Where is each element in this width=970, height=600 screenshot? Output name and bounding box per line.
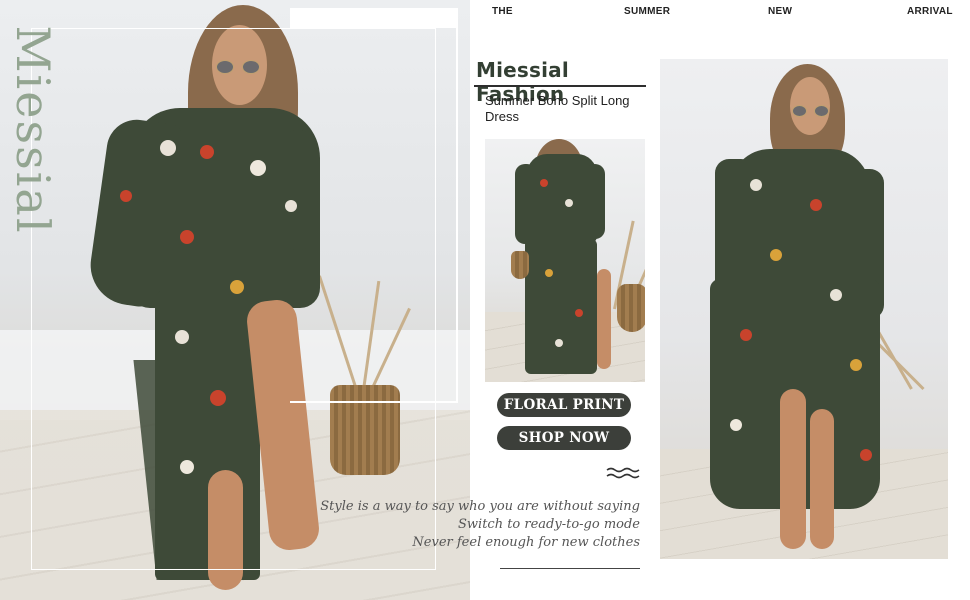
quote-line-3: Never feel enough for new clothes [412,535,640,550]
nav-item-arrival: ARRIVAL [907,6,953,17]
top-nav: THE SUMMER NEW ARRIVAL [470,4,970,26]
decorative-frame [31,28,436,570]
vertical-brand-text: Miessial [6,25,60,235]
nav-item-new: NEW [768,6,793,17]
front-view-photo [660,59,948,559]
quote-line-1: Style is a way to say who you are withou… [320,499,640,514]
floral-print-button[interactable]: FLORAL PRINT [497,393,631,417]
wave-icon [606,467,640,479]
shop-now-button[interactable]: SHOP NOW [497,426,631,450]
product-subtitle: Summer Boho Split Long Dress [485,93,630,124]
back-view-photo [485,139,645,382]
quote-line-2: Switch to ready-to-go mode [458,517,640,532]
title-underline [474,85,646,87]
bottom-divider [500,568,640,569]
nav-item-summer: SUMMER [624,6,671,17]
nav-item-the: THE [492,6,513,17]
